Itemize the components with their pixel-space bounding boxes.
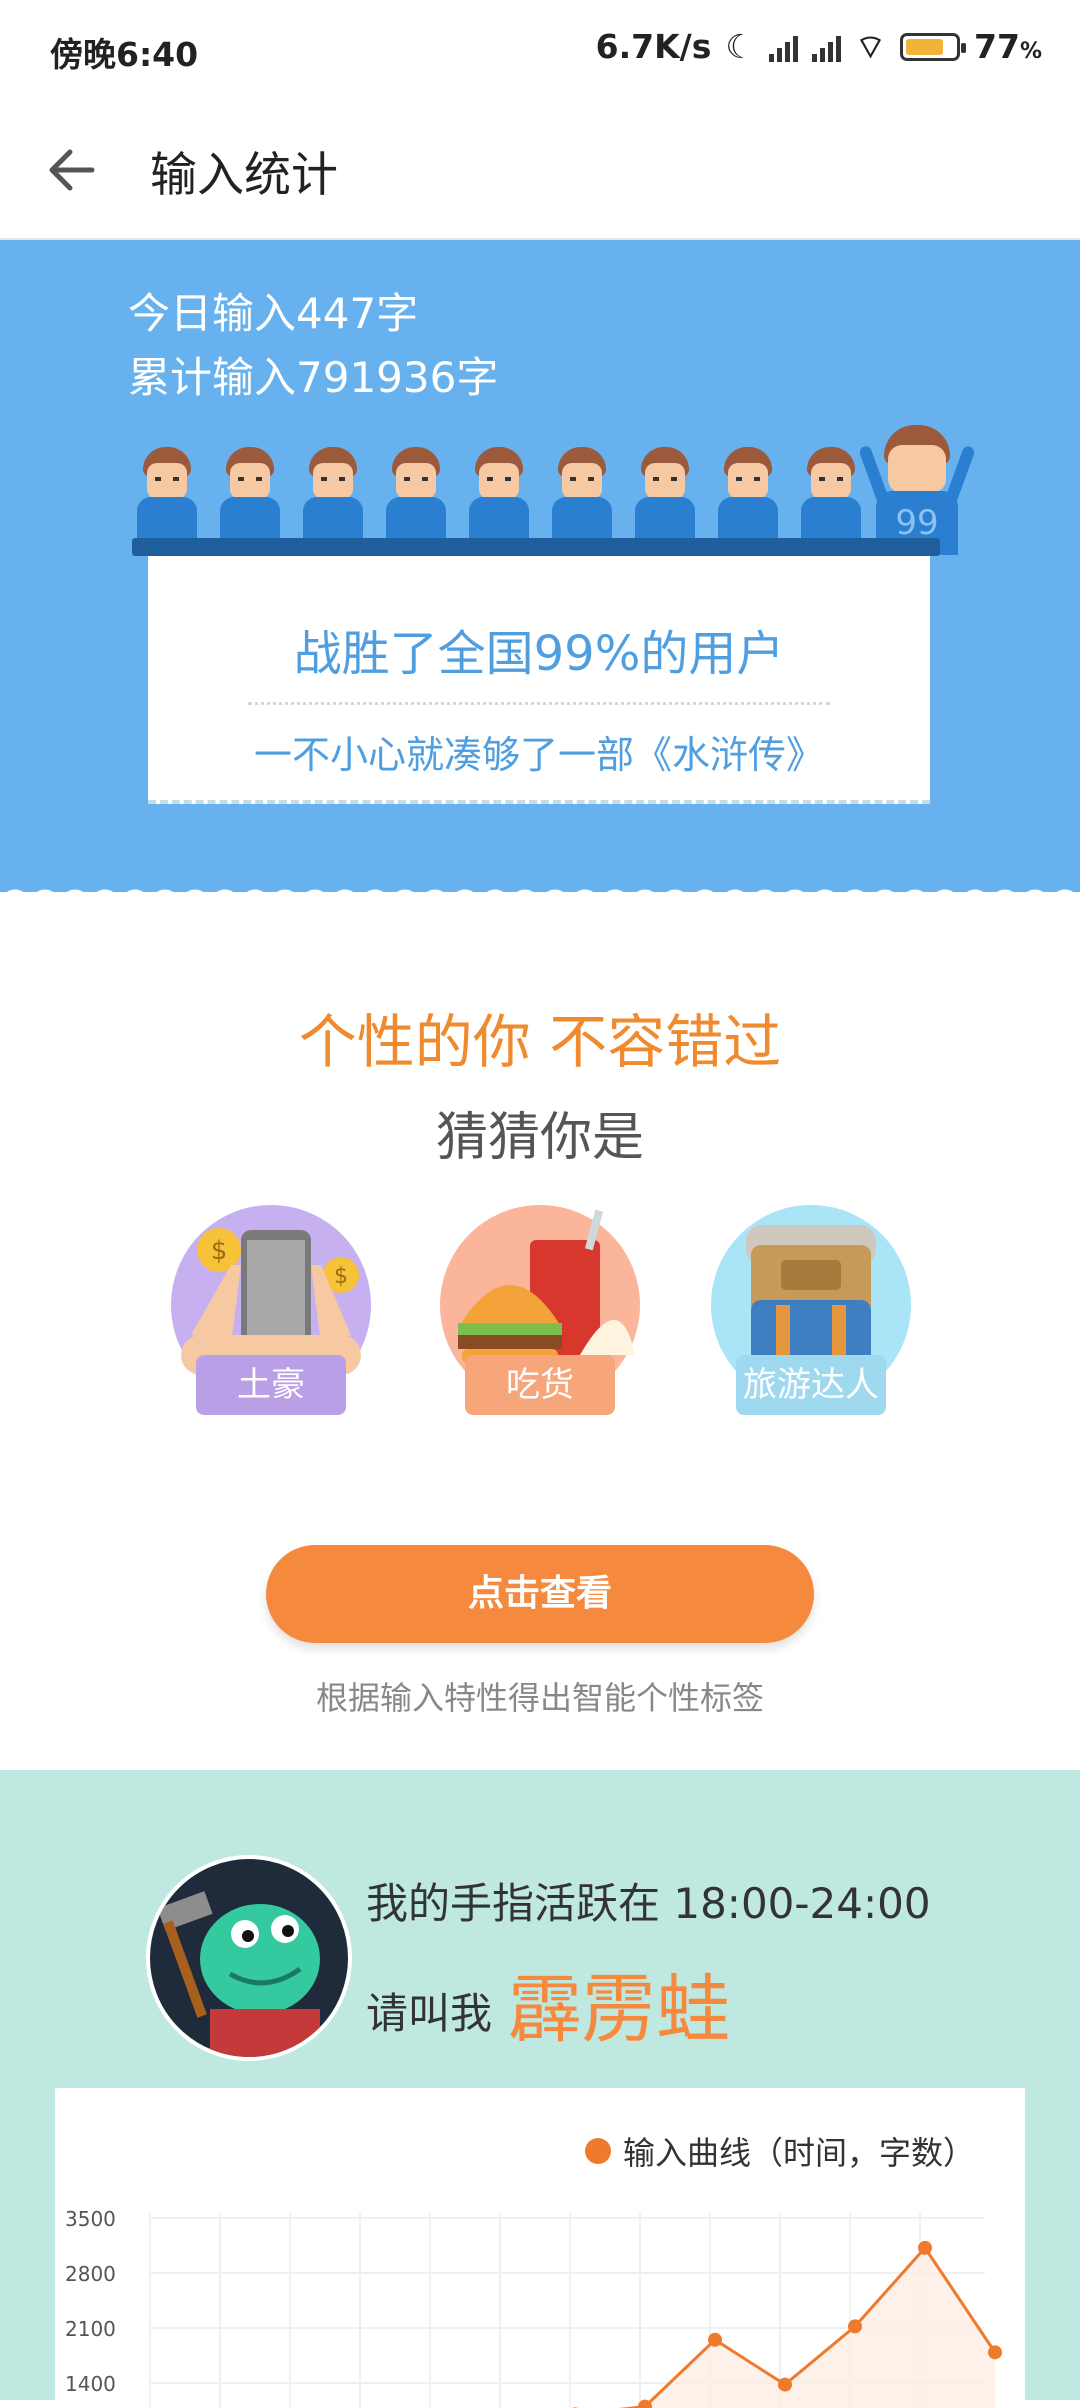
app-bar: 输入统计 — [0, 96, 1080, 240]
cloud-divider — [0, 892, 1080, 945]
tag-hint: 根据输入特性得出智能个性标签 — [315, 1679, 764, 1717]
view-button[interactable]: 点击查看 — [266, 1545, 814, 1643]
tag-label: 土豪 — [196, 1355, 346, 1415]
person-figure — [469, 447, 529, 547]
today-count: 今日输入447字 — [128, 289, 419, 338]
y-tick-label: 1400 — [65, 2372, 116, 2396]
divider — [248, 702, 830, 705]
status-time: 傍晚6:40 — [50, 35, 199, 74]
battery-fill — [906, 38, 943, 55]
y-tick-label: 2100 — [65, 2317, 116, 2341]
person-figure — [303, 447, 363, 547]
activity-section: 我的手指活跃在 18:00-24:00 请叫我 霹雳蛙 输入曲线（时间，字数） … — [0, 1770, 1080, 2408]
y-tick-label: 2800 — [65, 2262, 116, 2286]
network-speed: 6.7K/s — [595, 27, 712, 66]
data-point — [988, 2345, 1002, 2360]
summary-section: 今日输入447字 累计输入791936字 99 战胜了全国99%的用户 一不小心… — [0, 240, 1080, 945]
person-figure — [220, 447, 280, 547]
svg-text:$: $ — [334, 1264, 348, 1289]
tag-label: 吃货 — [465, 1355, 615, 1415]
tag-rich[interactable]: $ $ 土豪 — [146, 1205, 396, 1465]
status-bar: 傍晚6:40 6.7K/s ☾ ⌔ 77% — [0, 0, 1080, 96]
tag-label: 旅游达人 — [736, 1355, 886, 1415]
personality-slogan: 个性的你 不容错过 — [298, 1008, 782, 1076]
status-icons: 6.7K/s ☾ ⌔ 77% — [596, 26, 1042, 67]
tag-foodie[interactable]: 吃货 — [415, 1205, 665, 1465]
page-title: 输入统计 — [150, 148, 338, 203]
rank-text: 战胜了全国99%的用户 — [293, 626, 785, 682]
person-figure — [552, 447, 612, 547]
nickname: 霹雳蛙 — [508, 1967, 730, 2053]
data-point — [848, 2319, 862, 2334]
input-chart: 输入曲线（时间，字数） 3500 2800 2100 1400 — [55, 2088, 1025, 2408]
moon-icon: ☾ — [725, 27, 755, 66]
tag-traveler[interactable]: 旅游达人 — [686, 1205, 936, 1465]
signal-icon — [768, 32, 798, 62]
battery-icon — [900, 32, 967, 61]
comparison-text: 一不小心就凑够了一部《水浒传》 — [253, 733, 824, 777]
active-time-text: 我的手指活跃在 18:00-24:00 — [366, 1879, 931, 1928]
data-point — [918, 2240, 932, 2255]
banner-rail — [132, 538, 940, 556]
rank-card: 战胜了全国99%的用户 一不小心就凑够了一部《水浒传》 — [148, 556, 930, 804]
person-figure — [718, 447, 778, 547]
total-count: 累计输入791936字 — [128, 353, 499, 402]
y-tick-label: 3500 — [65, 2207, 116, 2231]
data-point — [708, 2332, 722, 2347]
svg-text:$: $ — [211, 1236, 228, 1266]
arrow-left-icon — [49, 149, 95, 191]
person-figure — [635, 447, 695, 547]
winner-figure: 99 — [858, 425, 976, 555]
chart-plot: 3500 2800 2100 1400 — [65, 2207, 1002, 2408]
person-figure — [801, 447, 861, 547]
call-me-label: 请叫我 — [366, 1989, 493, 2038]
wifi-icon: ⌔ — [854, 27, 887, 66]
crowd-illustration: 99 — [132, 425, 976, 555]
person-figure — [137, 447, 197, 547]
battery-percent: 77% — [974, 27, 1042, 66]
person-figure — [386, 447, 446, 547]
data-point — [778, 2377, 792, 2392]
signal-icon-2 — [811, 32, 841, 62]
personality-section: 个性的你 不容错过 猜猜你是 $ $ 土豪 吃货 旅游达人 点击查看 根据输入特… — [0, 945, 1080, 1770]
frog-avatar — [146, 1855, 352, 2061]
back-button[interactable] — [36, 134, 108, 206]
personality-guess: 猜猜你是 — [435, 1108, 644, 1168]
